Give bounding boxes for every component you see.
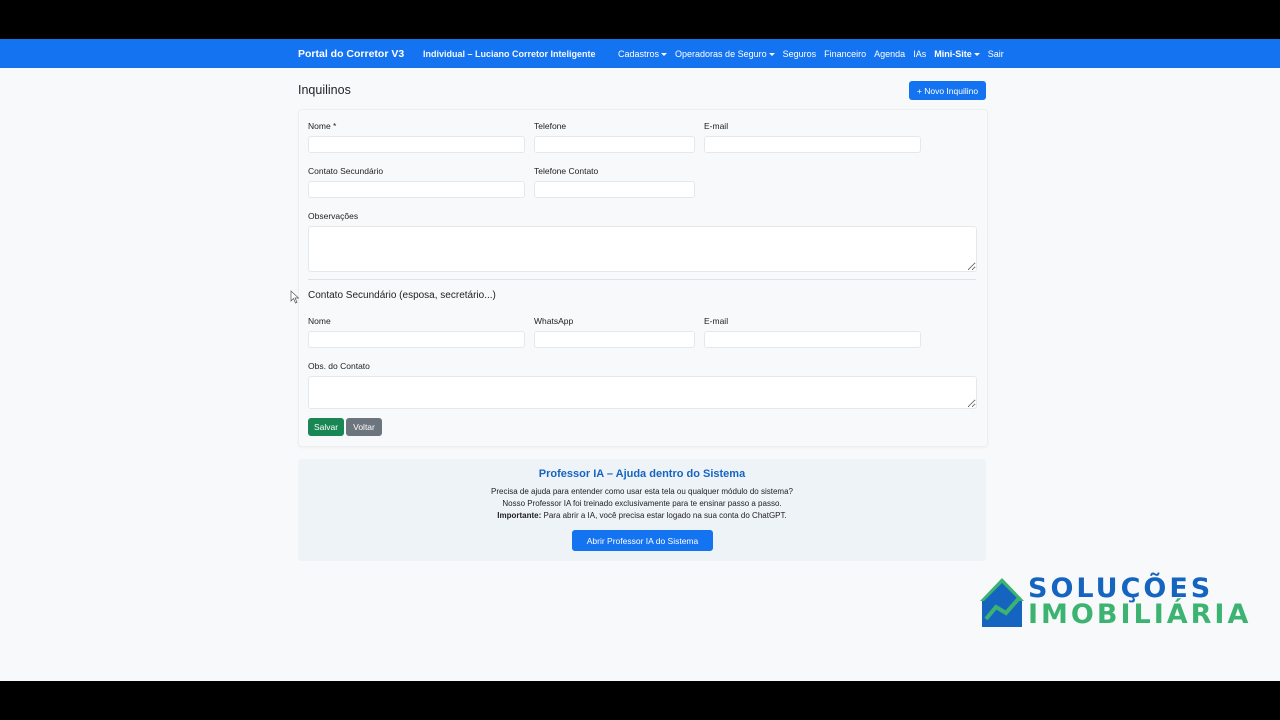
contato-secundario-input[interactable] — [308, 181, 525, 198]
nav-agenda[interactable]: Agenda — [874, 49, 905, 59]
caret-down-icon — [973, 53, 980, 57]
telefone-input[interactable] — [534, 136, 695, 153]
new-tenant-button[interactable]: + Novo Inquilino — [909, 81, 986, 100]
telefone-label: Telefone — [534, 121, 567, 131]
tenant-form-card: Nome * Telefone E-mail Contato Secundári… — [298, 109, 988, 447]
nome-input[interactable] — [308, 136, 525, 153]
nav-seguros[interactable]: Seguros — [783, 49, 817, 59]
help-title: Professor IA – Ajuda dentro do Sistema — [538, 468, 746, 480]
nav-financeiro[interactable]: Financeiro — [824, 49, 866, 59]
caret-down-icon — [768, 53, 775, 57]
nav-label: Operadoras de Seguro — [675, 49, 767, 59]
nav-mini-site[interactable]: Mini-Site — [934, 49, 980, 59]
observacoes-label: Observações — [308, 211, 359, 221]
caret-down-icon — [661, 53, 668, 57]
house-logo-icon — [980, 578, 1024, 627]
sec-obs-textarea[interactable] — [308, 376, 977, 409]
email-input[interactable] — [704, 136, 921, 153]
sec-email-input[interactable] — [704, 331, 921, 348]
contato-secundario-label: Contato Secundário — [308, 166, 384, 176]
page-title: Inquilinos — [298, 83, 351, 97]
section-title: Contato Secundário (esposa, secretário..… — [308, 290, 496, 301]
open-professor-ia-button[interactable]: Abrir Professor IA do Sistema — [572, 530, 713, 551]
help-line-2: Nosso Professor IA foi treinado exclusiv… — [502, 499, 782, 508]
telefone-contato-input[interactable] — [534, 181, 695, 198]
top-navbar: Portal do Corretor V3 Individual – Lucia… — [0, 39, 1280, 68]
sec-nome-label: Nome — [308, 316, 331, 326]
nav-cadastros[interactable]: Cadastros — [618, 49, 668, 59]
sec-email-label: E-mail — [704, 316, 729, 326]
help-important: Importante: — [497, 511, 542, 520]
watermark-line-2: IMOBILIÁRIA — [1028, 599, 1252, 630]
nav-sair[interactable]: Sair — [988, 49, 1004, 59]
watermark-logo: SOLUÇÕES IMOBILIÁRIA — [980, 573, 1260, 631]
nav-operadoras[interactable]: Operadoras de Seguro — [675, 49, 775, 59]
nav-label: Cadastros — [618, 49, 660, 59]
user-info: Individual – Luciano Corretor Inteligent… — [423, 49, 596, 59]
telefone-contato-label: Telefone Contato — [534, 166, 599, 176]
help-line-1: Precisa de ajuda para entender como usar… — [491, 487, 793, 496]
sec-nome-input[interactable] — [308, 331, 525, 348]
email-label: E-mail — [704, 121, 729, 131]
nav-menu: Cadastros Operadoras de Seguro Seguros F… — [618, 49, 1012, 59]
back-button[interactable]: Voltar — [346, 418, 382, 436]
brand-link[interactable]: Portal do Corretor V3 — [298, 48, 404, 60]
save-button[interactable]: Salvar — [308, 418, 344, 436]
help-line-3-text: Para abrir a IA, você precisa estar loga… — [541, 511, 787, 520]
help-panel: Professor IA – Ajuda dentro do Sistema P… — [298, 459, 986, 561]
nav-ias[interactable]: IAs — [913, 49, 926, 59]
observacoes-textarea[interactable] — [308, 226, 977, 272]
help-line-3: Importante: Para abrir a IA, você precis… — [298, 511, 986, 520]
nome-label: Nome * — [308, 121, 337, 131]
app-screen: Portal do Corretor V3 Individual – Lucia… — [0, 39, 1280, 681]
sec-whatsapp-input[interactable] — [534, 331, 695, 348]
sec-whatsapp-label: WhatsApp — [534, 316, 574, 326]
nav-label: Mini-Site — [934, 49, 972, 59]
sec-obs-label: Obs. do Contato — [308, 361, 370, 371]
section-divider — [308, 279, 976, 280]
mouse-cursor-icon — [290, 290, 300, 304]
